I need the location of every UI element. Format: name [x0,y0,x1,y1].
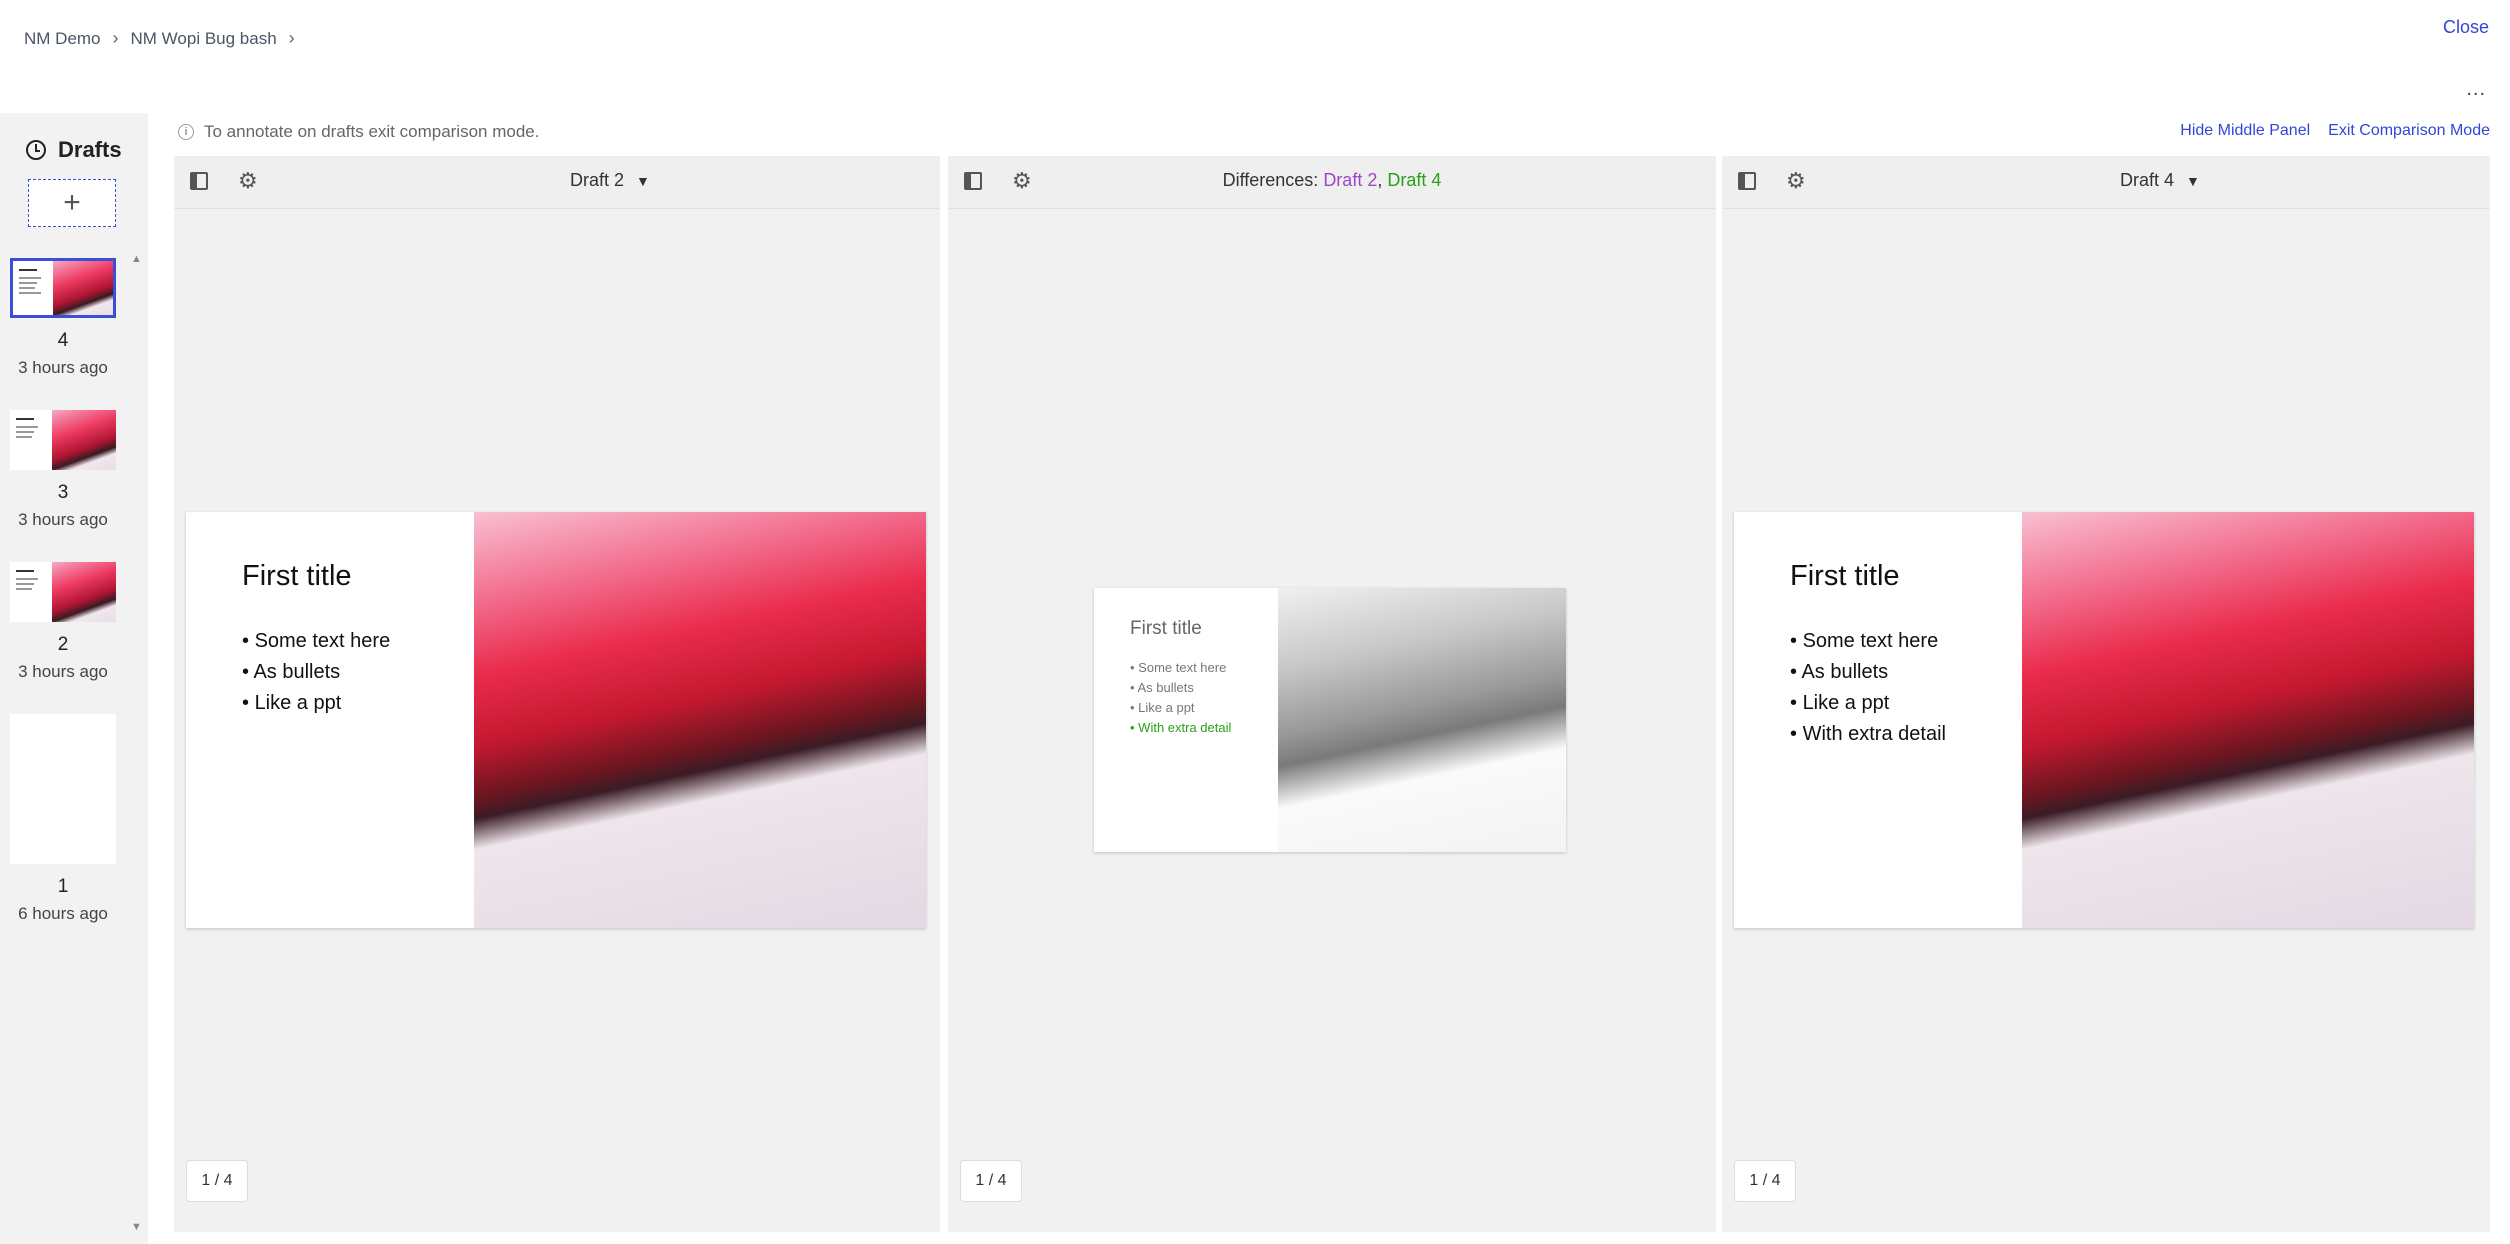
slide-bullet: Some text here [1130,658,1231,678]
slide-bullet: As bullets [242,657,390,688]
middle-panel: ⚙ Differences: Draft 2, Draft 4 First ti… [948,156,1716,1232]
old-draft-label: Draft 2 [1323,170,1378,190]
middle-panel-header: ⚙ Differences: Draft 2, Draft 4 [948,156,1716,209]
drafts-title: Drafts [58,137,122,162]
slide-bullet-added: With extra detail [1130,718,1231,738]
chevron-right-icon: › [112,28,119,48]
draft-number: 3 [57,482,69,503]
slide-title: First title [242,560,352,592]
slide-bullet: With extra detail [1790,719,1946,750]
comparison-actions: Hide Middle Panel Exit Comparison Mode [2180,122,2490,140]
draft-number: 2 [57,634,69,655]
slide-bullets: Some text here As bullets Like a ppt [242,626,390,719]
exit-comparison-mode-button[interactable]: Exit Comparison Mode [2328,122,2490,140]
drafts-sidebar: Drafts + ▲ ▼ 4 3 hours ago 3 3 hours ago [0,113,148,1244]
comma: , [1377,170,1383,190]
sidebar-toggle-icon[interactable] [190,172,208,190]
info-text: To annotate on drafts exit comparison mo… [204,122,540,141]
slide-bullet: Like a ppt [1790,688,1946,719]
slide-background-image [474,512,926,928]
draft-select-label: Draft 4 [2120,170,2175,190]
draft-select-right[interactable]: Draft 4 ▼ [2120,170,2200,191]
breadcrumb-nm-demo[interactable]: NM Demo [24,29,101,49]
slide-bullet: Some text here [242,626,391,657]
draft-item-1[interactable]: 1 6 hours ago [10,714,116,924]
breadcrumb: NM Demo › NM Wopi Bug bash › [24,28,307,49]
slide-bullet: Some text here [1790,626,1946,657]
draft-item-4[interactable]: 4 3 hours ago [10,258,116,378]
draft-time: 3 hours ago [18,662,108,681]
page-indicator: 1 / 4 [186,1160,248,1202]
draft-time: 6 hours ago [18,904,108,923]
draft-number: 4 [57,330,69,351]
slide-preview-right: First title Some text here As bullets Li… [1734,512,2474,928]
info-icon: i [178,124,194,140]
slide-bullet: As bullets [1790,657,1946,688]
slide-background-image [2022,512,2474,928]
more-options-icon[interactable]: ... [2466,78,2486,101]
slide-background-image [1278,588,1566,852]
clock-icon [26,140,46,160]
draft-thumbnail [10,258,116,318]
differences-label: Differences: [1222,170,1319,190]
slide-title: First title [1790,560,1900,592]
draft-select-left[interactable]: Draft 2 ▼ [570,170,650,191]
caret-down-icon: ▼ [2186,172,2200,189]
page-indicator: 1 / 4 [960,1160,1022,1202]
breadcrumb-nm-wopi-bug-bash[interactable]: NM Wopi Bug bash [131,29,277,49]
slide-bullet: As bullets [1130,678,1231,698]
sidebar-toggle-icon[interactable] [1738,172,1756,190]
slide-bullets: Some text here As bullets Like a ppt Wit… [1130,658,1231,738]
info-message: i To annotate on drafts exit comparison … [178,122,539,142]
drafts-header: Drafts [26,137,122,163]
draft-time: 3 hours ago [18,510,108,529]
chevron-right-icon: › [288,28,295,48]
draft-thumbnail [10,562,116,622]
slide-preview-left: First title Some text here As bullets Li… [186,512,926,928]
page-indicator: 1 / 4 [1734,1160,1796,1202]
slide-bullet: Like a ppt [1130,698,1231,718]
hide-middle-panel-button[interactable]: Hide Middle Panel [2180,122,2310,140]
slide-title: First title [1130,618,1202,639]
gear-icon[interactable]: ⚙ [1786,170,1806,192]
draft-number: 1 [57,876,69,897]
draft-time: 3 hours ago [18,358,108,377]
close-button[interactable]: Close [2443,17,2489,38]
new-draft-label: Draft 4 [1387,170,1442,190]
scroll-down-icon[interactable]: ▼ [131,1221,142,1233]
left-panel: ⚙ Draft 2 ▼ First title Some text here A… [174,156,940,1232]
draft-item-3[interactable]: 3 3 hours ago [10,410,116,530]
differences-title: Differences: Draft 2, Draft 4 [948,170,1716,191]
gear-icon[interactable]: ⚙ [238,170,258,192]
add-draft-button[interactable]: + [28,179,116,227]
slide-bullets: Some text here As bullets Like a ppt Wit… [1790,626,1946,750]
right-panel-header: ⚙ Draft 4 ▼ [1722,156,2490,209]
left-panel-header: ⚙ Draft 2 ▼ [174,156,940,209]
slide-bullet: Like a ppt [242,688,390,719]
scroll-up-icon[interactable]: ▲ [131,253,142,265]
draft-select-label: Draft 2 [570,170,625,190]
draft-thumbnail [10,410,116,470]
draft-thumbnail [10,714,116,864]
right-panel: ⚙ Draft 4 ▼ First title Some text here A… [1722,156,2490,1232]
caret-down-icon: ▼ [636,172,650,189]
draft-item-2[interactable]: 2 3 hours ago [10,562,116,682]
slide-diff-preview: First title Some text here As bullets Li… [1094,588,1566,852]
